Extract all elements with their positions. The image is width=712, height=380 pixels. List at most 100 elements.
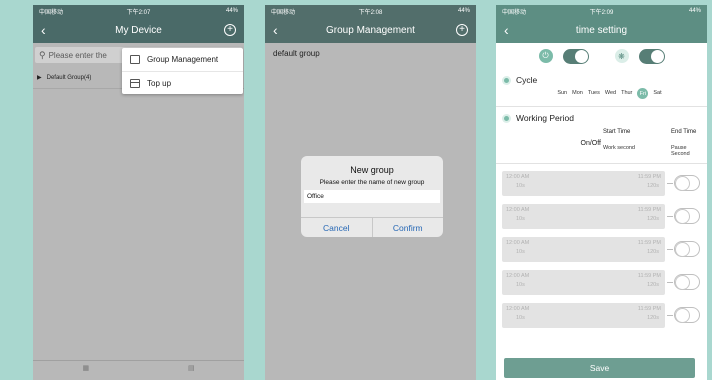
start-time: 12:00 AM: [506, 305, 530, 312]
pause-second-label: Pause Second: [671, 145, 690, 157]
dialog-title: New group: [350, 165, 394, 175]
dialog-message: Please enter the name of new group: [319, 179, 425, 186]
status-time: 下午2:07: [126, 9, 151, 16]
dialog-buttons: Cancel Confirm: [301, 217, 443, 237]
period-toggle[interactable]: [674, 241, 700, 257]
card-icon: [130, 78, 140, 88]
screen-time-setting: 中国移动 下午2:09 44% ‹ time setting ⏻ ❋ Cycle…: [496, 5, 707, 380]
folder-icon: [130, 55, 140, 64]
working-period-title: Working Period: [516, 113, 574, 123]
working-period-section: Working Period Start Time End Time On/Of…: [496, 107, 707, 164]
period-row: 12:00 AM 11:59 PM 10s 120s: [502, 203, 701, 229]
nav-bar: ‹ My Device +: [33, 17, 244, 43]
end-time: 11:59 PM: [637, 305, 661, 312]
day-tues[interactable]: Tues: [588, 88, 600, 98]
section-title: Cycle: [504, 69, 699, 85]
end-time: 11:59 PM: [637, 173, 661, 180]
divider: [667, 314, 673, 316]
work-seconds: 10s: [516, 282, 525, 288]
bullet-dot-icon: [504, 115, 509, 121]
period-row: 12:00 AM 11:59 PM 10s 120s: [502, 269, 701, 295]
tab-device-icon[interactable]: ▦: [82, 364, 89, 372]
plus-circle-icon[interactable]: +: [456, 24, 468, 36]
page-title: time setting: [575, 24, 628, 36]
search-placeholder: Please enter the: [48, 50, 107, 60]
group-list-item[interactable]: default group: [265, 43, 476, 64]
status-bar: 中国移动 下午2:09 44%: [496, 5, 707, 17]
period-row: 12:00 AM 11:59 PM 10s 120s: [502, 236, 701, 262]
bullet-dot-icon: [504, 77, 509, 83]
start-time: 12:00 AM: [506, 173, 530, 180]
start-time: 12:00 AM: [506, 239, 530, 246]
period-box[interactable]: 12:00 AM 11:59 PM 10s 120s: [502, 170, 665, 196]
plus-circle-icon[interactable]: +: [224, 24, 236, 36]
period-list: 12:00 AM 11:59 PM 10s 120s 12:00 AM 11:5…: [496, 164, 707, 328]
divider: [667, 248, 673, 250]
screen-my-device: 中国移动 下午2:07 44% ‹ My Device + ⚲ Please e…: [33, 5, 244, 380]
end-time: 11:59 PM: [637, 239, 661, 246]
day-wed[interactable]: Wed: [605, 88, 616, 98]
work-seconds: 10s: [516, 249, 525, 255]
mode-toggle-row: ⏻ ❋: [496, 43, 707, 69]
day-thur[interactable]: Thur: [621, 88, 632, 98]
cancel-button[interactable]: Cancel: [301, 218, 372, 237]
day-selector: Sun Mon Tues Wed Thur Fri Sat: [504, 85, 699, 106]
period-box[interactable]: 12:00 AM 11:59 PM 10s 120s: [502, 302, 665, 328]
fan-toggle[interactable]: [638, 48, 665, 64]
power-toggle[interactable]: [562, 48, 589, 64]
chevron-left-icon[interactable]: ‹: [41, 23, 46, 37]
nav-bar: ‹ Group Management +: [265, 17, 476, 43]
end-time: 11:59 PM: [637, 206, 661, 213]
confirm-button[interactable]: Confirm: [371, 218, 444, 237]
day-sun[interactable]: Sun: [557, 88, 567, 98]
page-title: My Device: [115, 24, 162, 36]
menu-item-group-management[interactable]: Group Management: [122, 48, 243, 71]
period-toggle[interactable]: [674, 175, 700, 191]
period-row: 12:00 AM 11:59 PM 10s 120s: [502, 302, 701, 328]
new-group-dialog: New group Please enter the name of new g…: [301, 156, 443, 237]
bottom-tab-bar: ▦ ▤: [33, 360, 244, 380]
pause-seconds: 120s: [647, 249, 659, 255]
group-name-input[interactable]: Office: [304, 190, 440, 203]
divider: [667, 182, 673, 184]
save-button[interactable]: Save: [504, 358, 695, 378]
status-time: 下午2:08: [358, 9, 383, 16]
period-box[interactable]: 12:00 AM 11:59 PM 10s 120s: [502, 269, 665, 295]
work-seconds: 10s: [516, 183, 525, 189]
end-time: 11:59 PM: [637, 272, 661, 279]
day-fri[interactable]: Fri: [637, 88, 649, 99]
start-time: 12:00 AM: [506, 272, 530, 279]
period-toggle[interactable]: [674, 208, 700, 224]
end-time-label: End Time: [671, 129, 697, 135]
pause-seconds: 120s: [647, 282, 659, 288]
period-box[interactable]: 12:00 AM 11:59 PM 10s 120s: [502, 203, 665, 229]
onoff-label: On/Off: [580, 139, 602, 147]
pause-seconds: 120s: [647, 216, 659, 222]
tab-mine-icon[interactable]: ▤: [188, 364, 195, 372]
divider: [667, 281, 673, 283]
group-item-label: Default Group(4): [46, 74, 92, 81]
day-sat[interactable]: Sat: [653, 88, 661, 98]
cycle-section: Cycle Sun Mon Tues Wed Thur Fri Sat: [496, 69, 707, 107]
chevron-left-icon[interactable]: ‹: [273, 23, 278, 37]
nav-bar: ‹ time setting: [496, 17, 707, 43]
work-seconds: 10s: [516, 315, 525, 321]
page-title: Group Management: [326, 24, 415, 36]
period-box[interactable]: 12:00 AM 11:59 PM 10s 120s: [502, 236, 665, 262]
section-title: Working Period: [504, 107, 699, 123]
day-mon[interactable]: Mon: [572, 88, 583, 98]
menu-item-label: Group Management: [147, 55, 219, 64]
menu-item-top-up[interactable]: Top up: [122, 71, 243, 94]
work-second-label: Work second: [603, 145, 635, 151]
screen-group-management: 中国移动 下午2:08 44% ‹ Group Management + def…: [265, 5, 476, 380]
chevron-left-icon[interactable]: ‹: [504, 23, 509, 37]
period-toggle[interactable]: [674, 307, 700, 323]
power-icon: ⏻: [538, 49, 553, 63]
divider: [667, 215, 673, 217]
start-time: 12:00 AM: [506, 206, 530, 213]
status-time: 下午2:09: [589, 9, 614, 16]
start-time-label: Start Time: [603, 129, 631, 135]
period-toggle[interactable]: [674, 274, 700, 290]
popup-menu: Group Management Top up: [122, 48, 243, 94]
pause-seconds: 120s: [647, 315, 659, 321]
